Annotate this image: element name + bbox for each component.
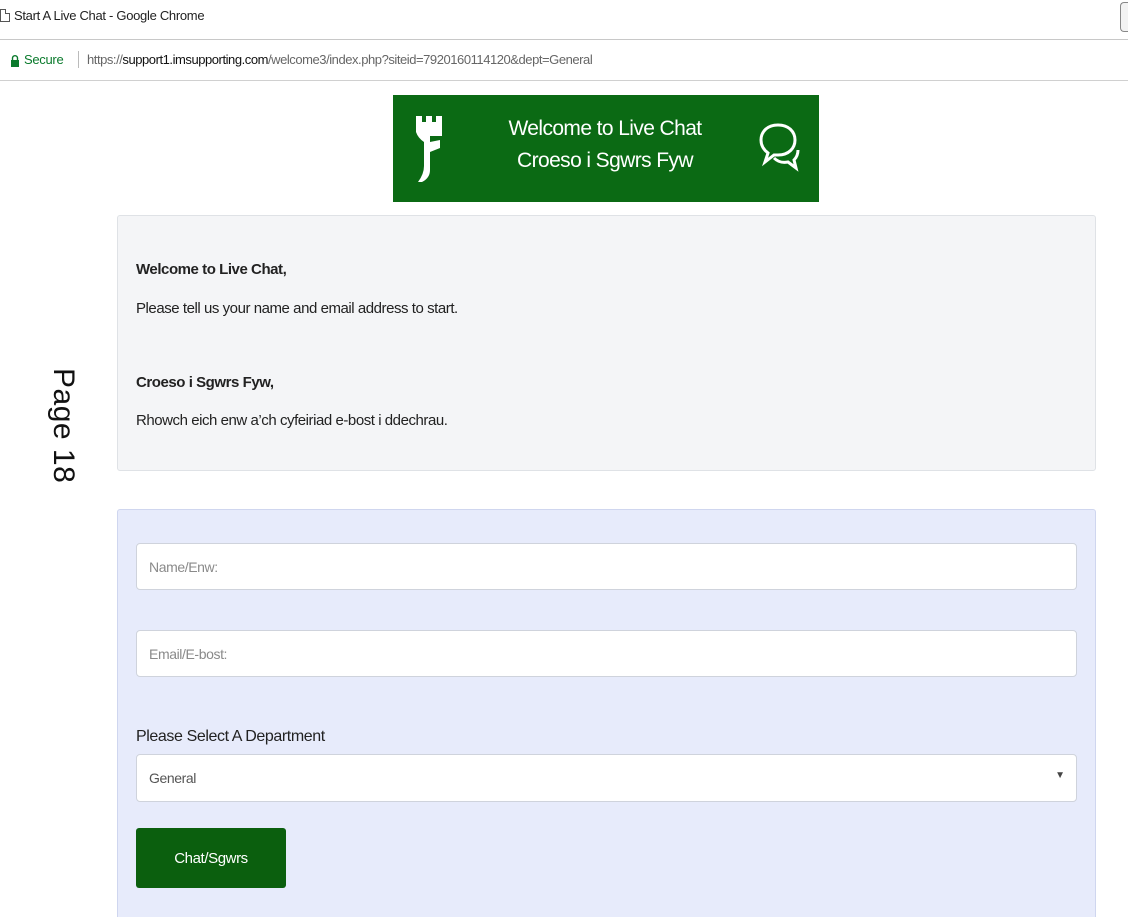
department-label: Please Select A Department [136, 728, 325, 745]
live-chat-banner: Welcome to Live Chat Croeso i Sgwrs Fyw [393, 95, 819, 202]
window-control-button[interactable] [1120, 2, 1128, 32]
lock-icon [11, 55, 19, 67]
department-select[interactable]: General ▼ [136, 754, 1077, 802]
welcome-heading-cy: Croeso i Sgwrs Fyw, [136, 374, 274, 391]
address-separator [78, 51, 79, 68]
castle-logo-icon [416, 116, 442, 182]
url-path: /welcome3/index.php?siteid=7920160114120… [267, 52, 593, 67]
banner-title: Welcome to Live Chat Croeso i Sgwrs Fyw [485, 113, 725, 177]
banner-line-2: Croeso i Sgwrs Fyw [517, 149, 694, 172]
welcome-heading-en: Welcome to Live Chat, [136, 261, 287, 278]
chat-submit-button[interactable]: Chat/Sgwrs [136, 828, 286, 888]
browser-title-bar: Start A Live Chat - Google Chrome [0, 0, 1128, 40]
secure-label[interactable]: Secure [24, 52, 64, 67]
chat-form-panel: Please Select A Department General ▼ Cha… [117, 509, 1096, 917]
department-selected-value: General [149, 770, 197, 786]
welcome-panel: Welcome to Live Chat, Please tell us you… [117, 215, 1096, 471]
page-number-label: Page 18 [6, 368, 110, 483]
email-input[interactable] [136, 630, 1077, 677]
dropdown-arrow-icon: ▼ [1055, 770, 1065, 781]
window-title: Start A Live Chat - Google Chrome [14, 8, 205, 23]
url-text[interactable]: https://support1.imsupporting.com/welcom… [87, 52, 593, 67]
banner-line-1: Welcome to Live Chat [508, 117, 702, 140]
welcome-text-en: Please tell us your name and email addre… [136, 300, 458, 317]
page-number-text: Page 18 [47, 368, 80, 484]
chat-bubbles-icon [759, 123, 800, 172]
page-icon [0, 9, 10, 22]
welcome-text-cy: Rhowch eich enw a’ch cyfeiriad e-bost i … [136, 412, 448, 429]
url-host: support1.imsupporting.com [122, 52, 268, 67]
url-scheme: https:// [87, 52, 123, 67]
name-input[interactable] [136, 543, 1077, 590]
